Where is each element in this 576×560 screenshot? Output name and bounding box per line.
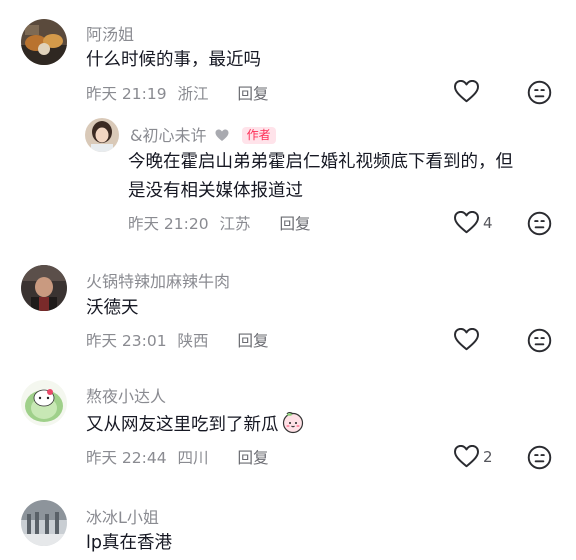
- username[interactable]: 冰冰L小姐: [86, 504, 159, 528]
- username[interactable]: 阿汤姐: [86, 21, 134, 45]
- neutral-face-icon: [527, 445, 552, 470]
- timestamp: 昨天 22:44: [86, 449, 167, 467]
- dislike-button[interactable]: [527, 80, 552, 105]
- location: 江苏: [219, 215, 251, 233]
- comment-meta: 昨天 23:01 陕西 回复: [86, 329, 275, 351]
- username[interactable]: &初心未许 作者: [130, 122, 276, 146]
- heart-outline-icon: [454, 211, 479, 234]
- timestamp: 昨天 23:01: [86, 332, 167, 350]
- comment-text: 今晚在霍启山弟弟霍启仁婚礼视频底下看到的，但 是没有相关媒体报道过: [128, 148, 558, 206]
- like-button[interactable]: [454, 80, 479, 103]
- comment-text: lp真在香港: [86, 533, 172, 553]
- neutral-face-icon: [527, 328, 552, 353]
- username[interactable]: 火锅特辣加麻辣牛肉: [86, 268, 230, 292]
- reply-button[interactable]: 回复: [238, 449, 269, 467]
- neutral-face-icon: [527, 211, 552, 236]
- reply-button[interactable]: 回复: [238, 85, 269, 103]
- heart-outline-icon: [454, 80, 479, 103]
- heart-icon: [215, 129, 229, 141]
- avatar[interactable]: [21, 500, 67, 546]
- dislike-button[interactable]: [527, 445, 552, 470]
- comment-text: 什么时候的事，最近吗: [86, 50, 261, 70]
- timestamp: 昨天 21:19: [86, 85, 167, 103]
- heart-outline-icon: [454, 445, 479, 468]
- location: 四川: [177, 449, 209, 467]
- reply-button[interactable]: 回复: [238, 332, 269, 350]
- avatar[interactable]: [21, 265, 67, 311]
- peach-emoji-icon: [282, 411, 303, 434]
- username[interactable]: 熬夜小达人: [86, 383, 166, 407]
- comment-meta: 昨天 22:44 四川 回复: [86, 446, 275, 468]
- comment-text: 沃德天: [86, 298, 139, 318]
- comment-text: 又从网友这里吃到了新瓜: [86, 410, 305, 440]
- avatar[interactable]: [85, 118, 119, 152]
- like-button[interactable]: 2: [454, 445, 493, 468]
- like-button[interactable]: 4: [454, 211, 493, 234]
- location: 陕西: [177, 332, 209, 350]
- like-count: 4: [483, 213, 493, 232]
- comment-meta: 昨天 21:20 江苏 回复: [128, 212, 317, 234]
- neutral-face-icon: [527, 80, 552, 105]
- location: 浙江: [177, 85, 209, 103]
- username-text: &初心未许: [130, 126, 207, 145]
- avatar[interactable]: [21, 19, 67, 65]
- author-badge: 作者: [241, 127, 276, 144]
- comment-meta: 昨天 21:19 浙江 回复: [86, 82, 275, 104]
- comment-text-line: 是没有相关媒体报道过: [128, 181, 303, 201]
- dislike-button[interactable]: [527, 328, 552, 353]
- timestamp: 昨天 21:20: [128, 215, 209, 233]
- reply-button[interactable]: 回复: [280, 215, 311, 233]
- heart-outline-icon: [454, 328, 479, 351]
- like-count: 2: [483, 447, 493, 466]
- avatar[interactable]: [21, 380, 67, 426]
- comment-text-body: 又从网友这里吃到了新瓜: [86, 415, 279, 435]
- dislike-button[interactable]: [527, 211, 552, 236]
- comment-text-line: 今晚在霍启山弟弟霍启仁婚礼视频底下看到的，但: [128, 152, 513, 172]
- like-button[interactable]: [454, 328, 479, 351]
